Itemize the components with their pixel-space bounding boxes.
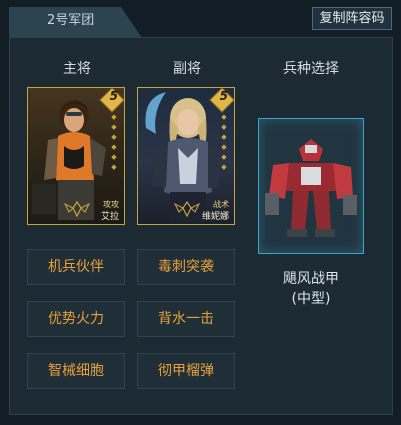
unit-selection-card[interactable] xyxy=(258,118,364,254)
skill-button[interactable]: 毒刺突袭 xyxy=(137,249,235,285)
deputy-general-card[interactable]: 5 ◆ ◆ ◆ ◆ ◆ ◆ 战术 维妮娜 xyxy=(137,87,235,225)
unit-name-line1: 飓风战甲 xyxy=(283,271,339,287)
rank-diamonds-icon: ◆ ◆ ◆ ◆ ◆ ◆ xyxy=(221,113,227,171)
wing-emblem-icon xyxy=(64,200,90,218)
wing-emblem-icon xyxy=(174,200,200,218)
deputy-general-name: 维妮娜 xyxy=(201,212,229,222)
unit-selection-title: 兵种选择 xyxy=(283,61,339,77)
unit-size-line: (中型) xyxy=(291,291,331,307)
unit-name: 飓风战甲 (中型) xyxy=(258,269,364,309)
deputy-general-title: 副将 xyxy=(173,61,201,77)
skill-button[interactable]: 智械细胞 xyxy=(27,353,125,389)
deputy-general-star-count: 5 xyxy=(219,89,228,103)
mech-unit-icon xyxy=(265,139,357,237)
skill-button[interactable]: 背水一击 xyxy=(137,301,235,337)
copy-lineup-code-button[interactable]: 复制阵容码 xyxy=(312,7,392,30)
main-general-name: 艾拉 xyxy=(100,212,119,222)
skill-button[interactable]: 机兵伙伴 xyxy=(27,249,125,285)
main-general-title: 主将 xyxy=(63,61,91,77)
legion-tab-label: 2号军团 xyxy=(47,13,95,28)
skill-button[interactable]: 优势火力 xyxy=(27,301,125,337)
skill-button[interactable]: 彻甲榴弹 xyxy=(137,353,235,389)
rank-diamonds-icon: ◆ ◆ ◆ ◆ ◆ ◆ xyxy=(111,113,117,171)
main-general-card[interactable]: 5 ◆ ◆ ◆ ◆ ◆ ◆ 攻攻 艾拉 xyxy=(27,87,125,225)
main-general-star-count: 5 xyxy=(109,89,118,103)
